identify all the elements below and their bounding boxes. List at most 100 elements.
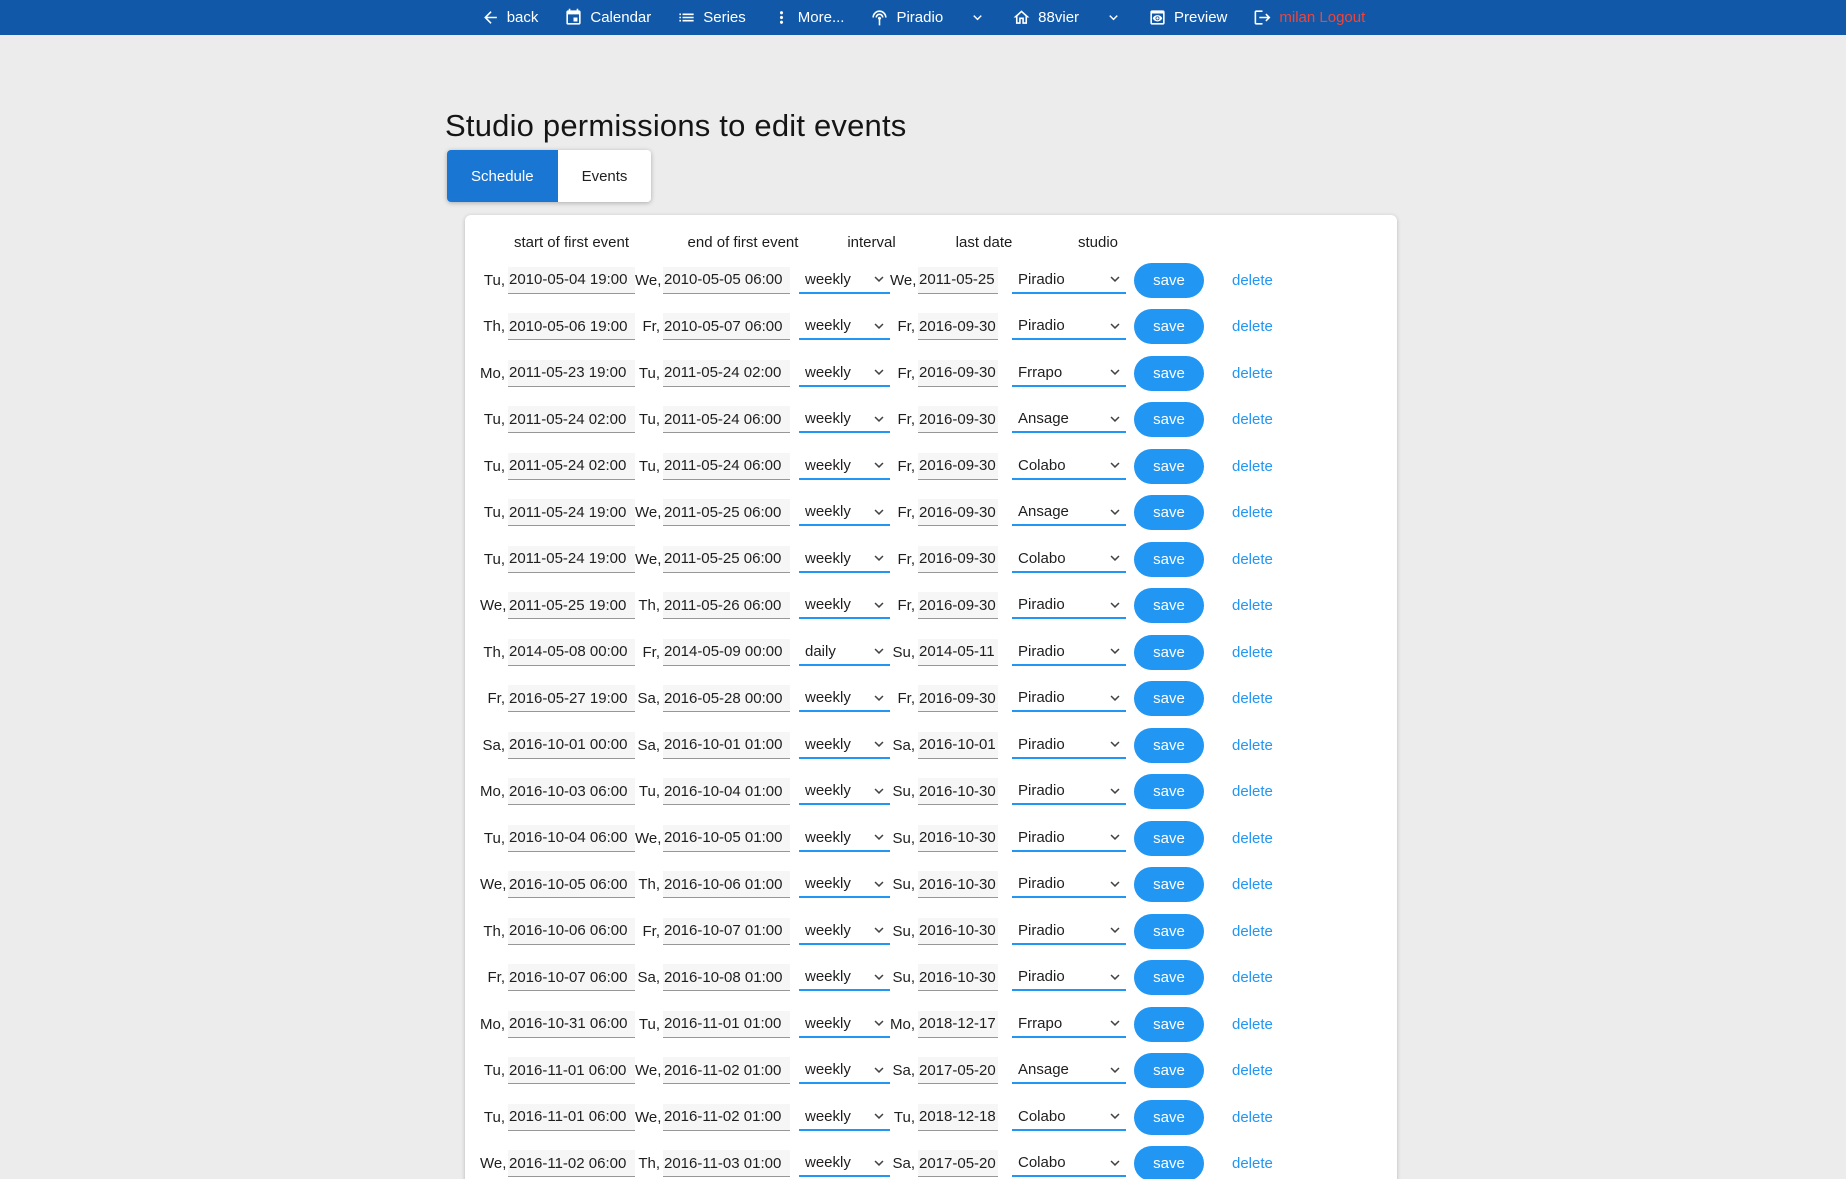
tab-schedule[interactable]: Schedule [447,150,558,202]
delete-link[interactable]: delete [1232,923,1302,940]
interval-select[interactable]: weekly [799,267,890,294]
last-date-input[interactable] [918,406,998,433]
start-date-input[interactable] [508,639,635,666]
delete-link[interactable]: delete [1232,830,1302,847]
nav-back-button[interactable]: back [481,8,539,27]
studio-select[interactable]: Frrapo [1012,1011,1126,1038]
end-date-input[interactable] [663,639,790,666]
start-date-input[interactable] [508,1057,635,1084]
nav-series-link[interactable]: Series [677,8,746,27]
start-date-input[interactable] [508,313,635,340]
last-date-input[interactable] [918,1011,998,1038]
studio-select[interactable]: Piradio [1012,825,1126,852]
end-date-input[interactable] [663,871,790,898]
save-button[interactable]: save [1134,588,1204,623]
end-date-input[interactable] [663,267,790,294]
studio-select[interactable]: Colabo [1012,1150,1126,1177]
end-date-input[interactable] [663,453,790,480]
delete-link[interactable]: delete [1232,411,1302,428]
tab-events[interactable]: Events [558,150,652,202]
delete-link[interactable]: delete [1232,597,1302,614]
interval-select[interactable]: weekly [799,546,890,573]
delete-link[interactable]: delete [1232,1062,1302,1079]
save-button[interactable]: save [1134,681,1204,716]
start-date-input[interactable] [508,778,635,805]
delete-link[interactable]: delete [1232,504,1302,521]
delete-link[interactable]: delete [1232,690,1302,707]
delete-link[interactable]: delete [1232,1109,1302,1126]
delete-link[interactable]: delete [1232,365,1302,382]
save-button[interactable]: save [1134,867,1204,902]
start-date-input[interactable] [508,1150,635,1177]
save-button[interactable]: save [1134,263,1204,298]
delete-link[interactable]: delete [1232,318,1302,335]
delete-link[interactable]: delete [1232,272,1302,289]
studio-select[interactable]: Piradio [1012,313,1126,340]
start-date-input[interactable] [508,825,635,852]
end-date-input[interactable] [663,825,790,852]
interval-select[interactable]: weekly [799,918,890,945]
start-date-input[interactable] [508,732,635,759]
end-date-input[interactable] [663,546,790,573]
start-date-input[interactable] [508,499,635,526]
interval-select[interactable]: weekly [799,1057,890,1084]
save-button[interactable]: save [1134,356,1204,391]
interval-select[interactable]: weekly [799,360,890,387]
save-button[interactable]: save [1134,309,1204,344]
end-date-input[interactable] [663,1150,790,1177]
start-date-input[interactable] [508,685,635,712]
save-button[interactable]: save [1134,821,1204,856]
delete-link[interactable]: delete [1232,969,1302,986]
interval-select[interactable]: weekly [799,406,890,433]
studio-select[interactable]: Piradio [1012,685,1126,712]
interval-select[interactable]: weekly [799,871,890,898]
interval-select[interactable]: weekly [799,778,890,805]
end-date-input[interactable] [663,685,790,712]
last-date-input[interactable] [918,267,998,294]
end-date-input[interactable] [663,964,790,991]
save-button[interactable]: save [1134,960,1204,995]
start-date-input[interactable] [508,918,635,945]
interval-select[interactable]: weekly [799,685,890,712]
last-date-input[interactable] [918,313,998,340]
delete-link[interactable]: delete [1232,1155,1302,1172]
last-date-input[interactable] [918,360,998,387]
start-date-input[interactable] [508,1011,635,1038]
piradio-dropdown-chevron[interactable] [969,9,986,26]
last-date-input[interactable] [918,639,998,666]
end-date-input[interactable] [663,406,790,433]
delete-link[interactable]: delete [1232,876,1302,893]
start-date-input[interactable] [508,871,635,898]
interval-select[interactable]: weekly [799,453,890,480]
last-date-input[interactable] [918,546,998,573]
studio-select[interactable]: Piradio [1012,964,1126,991]
delete-link[interactable]: delete [1232,551,1302,568]
nav-more-button[interactable]: More... [772,8,845,27]
last-date-input[interactable] [918,825,998,852]
nav-piradio-link[interactable]: Piradio [870,8,943,27]
delete-link[interactable]: delete [1232,1016,1302,1033]
save-button[interactable]: save [1134,449,1204,484]
last-date-input[interactable] [918,499,998,526]
nav-logout-link[interactable]: milan Logout [1253,8,1365,27]
last-date-input[interactable] [918,871,998,898]
studio-select[interactable]: Frrapo [1012,360,1126,387]
start-date-input[interactable] [508,592,635,619]
save-button[interactable]: save [1134,774,1204,809]
last-date-input[interactable] [918,1150,998,1177]
nav-preview-link[interactable]: Preview [1148,8,1227,27]
end-date-input[interactable] [663,360,790,387]
nav-calendar-link[interactable]: Calendar [564,8,651,27]
save-button[interactable]: save [1134,495,1204,530]
save-button[interactable]: save [1134,1053,1204,1088]
start-date-input[interactable] [508,1104,635,1131]
save-button[interactable]: save [1134,542,1204,577]
delete-link[interactable]: delete [1232,644,1302,661]
studio-select[interactable]: Piradio [1012,732,1126,759]
interval-select[interactable]: daily [799,639,890,666]
interval-select[interactable]: weekly [799,592,890,619]
save-button[interactable]: save [1134,635,1204,670]
last-date-input[interactable] [918,918,998,945]
save-button[interactable]: save [1134,1007,1204,1042]
studio-select[interactable]: Piradio [1012,778,1126,805]
